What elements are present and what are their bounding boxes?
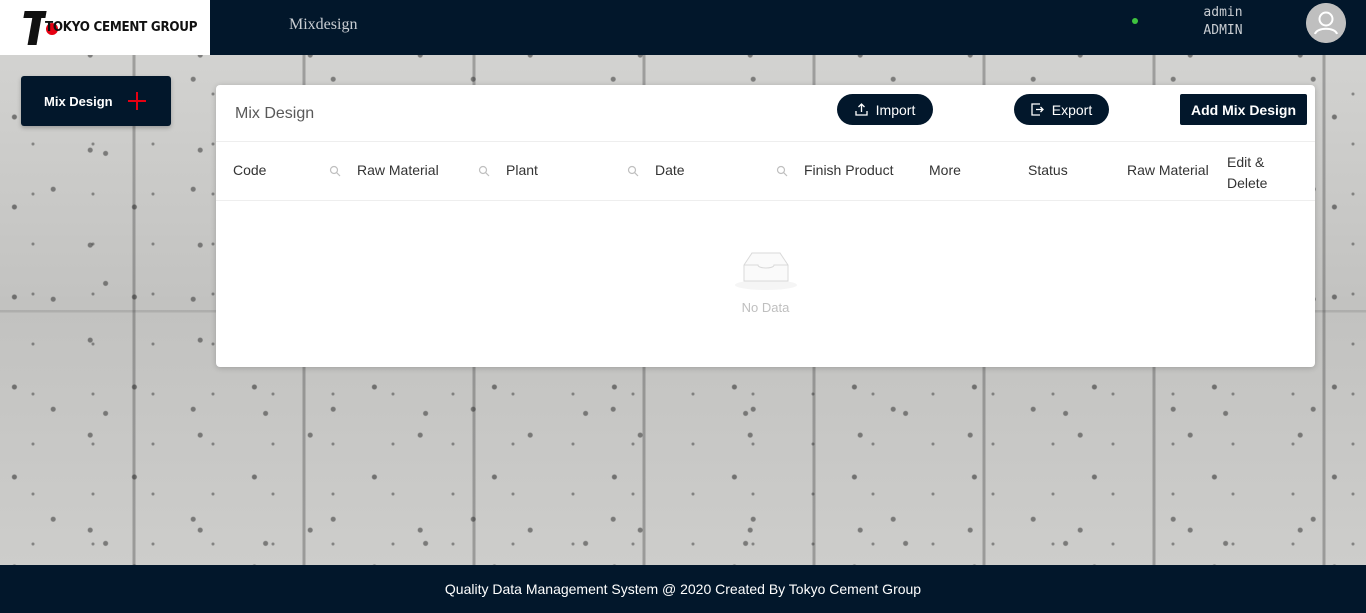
export-button[interactable]: Export [1014, 94, 1109, 125]
mix-design-card: Mix Design Import Export Add Mix Design … [216, 85, 1315, 367]
import-label: Import [875, 101, 916, 118]
logo[interactable]: TOKYO CEMENT GROUP [0, 0, 210, 55]
divider [216, 200, 1315, 201]
export-icon [1031, 103, 1044, 116]
logo-mark-icon [23, 9, 58, 47]
search-icon[interactable] [478, 165, 490, 177]
column-header-raw-material[interactable]: Raw Material [357, 162, 439, 178]
export-label: Export [1051, 101, 1093, 118]
page-title: Mixdesign [289, 16, 358, 33]
mix-design-menu-button[interactable]: Mix Design [21, 76, 171, 126]
search-icon[interactable] [329, 165, 341, 177]
plus-icon [128, 92, 146, 110]
empty-inbox-icon [735, 252, 797, 290]
user-name: admin [1203, 5, 1243, 20]
online-status-icon [1132, 18, 1138, 24]
column-header-edit-delete: Edit & Delete [1227, 154, 1268, 191]
avatar[interactable] [1306, 3, 1346, 43]
card-title: Mix Design [235, 105, 315, 122]
column-header-more: More [929, 162, 961, 178]
empty-state-text: No Data [741, 300, 790, 315]
footer: Quality Data Management System @ 2020 Cr… [0, 565, 1366, 613]
logo-text: TOKYO CEMENT GROUP [44, 20, 197, 35]
search-icon[interactable] [776, 165, 788, 177]
mix-design-menu-label: Mix Design [44, 93, 113, 109]
import-button[interactable]: Import [837, 94, 933, 125]
user-role: ADMIN [1203, 23, 1243, 38]
column-header-finish-product: Finish Product [804, 162, 894, 178]
user-icon [1306, 3, 1346, 43]
column-header-raw-material-2: Raw Material [1127, 162, 1209, 178]
divider [216, 141, 1315, 142]
column-header-code[interactable]: Code [233, 162, 266, 178]
column-header-status: Status [1028, 162, 1068, 178]
top-bar: TOKYO CEMENT GROUP Mixdesign admin ADMIN [0, 0, 1366, 55]
search-icon[interactable] [627, 165, 639, 177]
add-mix-design-button[interactable]: Add Mix Design [1180, 94, 1307, 125]
user-info[interactable]: admin ADMIN [1188, 4, 1258, 40]
upload-icon [855, 103, 868, 116]
column-header-plant[interactable]: Plant [506, 162, 538, 178]
column-header-date[interactable]: Date [655, 162, 685, 178]
